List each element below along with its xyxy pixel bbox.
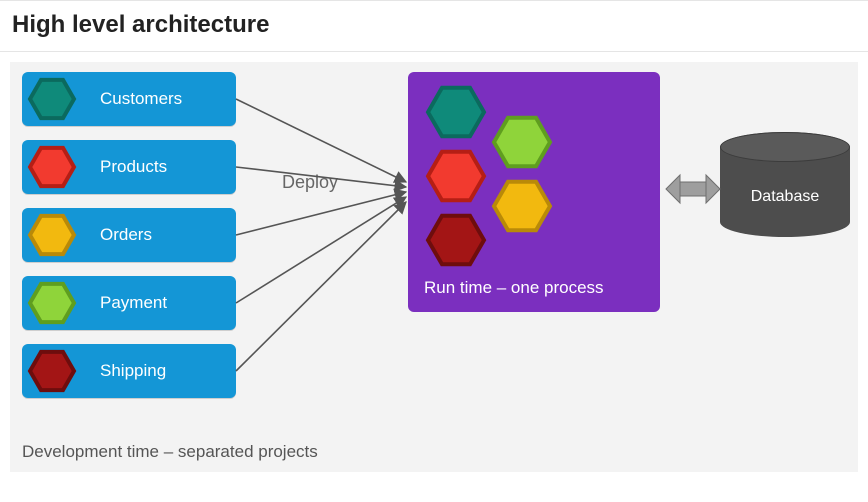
bidirectional-arrow-icon (666, 175, 720, 203)
database-label: Database (720, 188, 850, 206)
database-icon: Database (720, 132, 850, 252)
module-shipping: Shipping (22, 344, 236, 398)
module-label: Payment (100, 293, 167, 313)
module-payment: Payment (22, 276, 236, 330)
deploy-arrows (236, 99, 406, 371)
page-title: High level architecture (12, 11, 868, 39)
module-label: Shipping (100, 361, 166, 381)
module-label: Products (100, 157, 167, 177)
module-customers: Customers (22, 72, 236, 126)
module-label: Orders (100, 225, 152, 245)
module-label: Customers (100, 89, 182, 109)
architecture-diagram: Customers Products Orders Payment Shippi… (10, 62, 858, 472)
module-products: Products (22, 140, 236, 194)
module-orders: Orders (22, 208, 236, 262)
deploy-label: Deploy (282, 172, 338, 193)
runtime-process-box: Run time – one process (408, 72, 660, 312)
runtime-caption: Run time – one process (424, 278, 604, 298)
dev-time-caption: Development time – separated projects (22, 442, 318, 462)
